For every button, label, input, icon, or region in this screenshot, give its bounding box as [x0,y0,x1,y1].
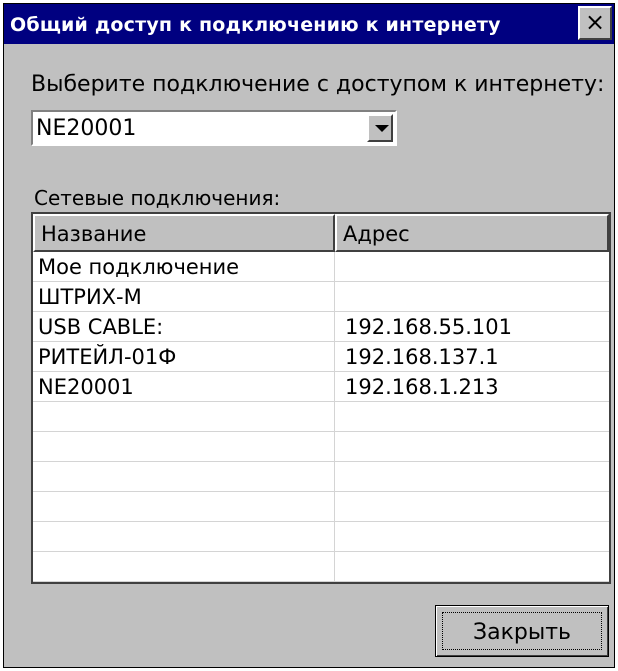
table-row [33,492,609,522]
title-bar: Общий доступ к подключению к интернету × [4,4,614,44]
connection-dropdown[interactable]: NE20001 [31,110,397,146]
close-button[interactable]: Закрыть [435,605,609,657]
table-row [33,552,609,582]
connection-dropdown-value: NE20001 [36,116,137,141]
connection-name: NE20001 [33,372,335,402]
connection-address [335,522,609,552]
select-connection-label: Выберите подключение с доступом к интерн… [31,72,605,97]
connection-name [33,492,335,522]
connection-name [33,432,335,462]
connection-name [33,522,335,552]
connection-address [335,492,609,522]
close-button-label: Закрыть [473,620,571,645]
connection-address [335,282,609,312]
column-header-address[interactable]: Адрес [335,214,609,252]
network-connections-label: Сетевые подключения: [34,186,281,210]
column-header-name[interactable]: Название [33,214,335,252]
connection-name: РИТЕЙЛ-01Ф [33,342,335,372]
connection-name [33,402,335,432]
connection-name: Мое подключение [33,252,335,282]
internet-sharing-dialog: Общий доступ к подключению к интернету ×… [3,3,615,668]
connection-address: 192.168.55.101 [345,315,512,339]
connection-address [335,462,609,492]
table-row[interactable]: NE20001 192.168.1.213 [33,372,609,402]
connection-name: USB CABLE: [33,312,335,342]
table-row[interactable]: РИТЕЙЛ-01Ф 192.168.137.1 [33,342,609,372]
connections-list[interactable]: Название Адрес Мое подключение ШТРИХ-М U… [31,212,611,584]
list-header: Название Адрес [33,214,609,252]
table-row[interactable]: ШТРИХ-М [33,282,609,312]
connection-address [335,552,609,582]
connection-address [335,402,609,432]
connection-name [33,552,335,582]
connection-address [335,252,609,282]
connection-address: 192.168.137.1 [345,345,499,369]
window-title: Общий доступ к подключению к интернету [10,14,501,36]
chevron-down-icon[interactable] [367,114,393,142]
table-row [33,432,609,462]
table-row[interactable]: Мое подключение [33,252,609,282]
close-icon[interactable]: × [578,6,612,40]
connection-address: 192.168.1.213 [345,375,499,399]
table-row [33,402,609,432]
table-row [33,522,609,552]
table-row [33,462,609,492]
list-rows: Мое подключение ШТРИХ-М USB CABLE: 192.1… [33,252,609,582]
connection-address [335,432,609,462]
table-row[interactable]: USB CABLE: 192.168.55.101 [33,312,609,342]
connection-name [33,462,335,492]
connection-name: ШТРИХ-М [33,282,335,312]
